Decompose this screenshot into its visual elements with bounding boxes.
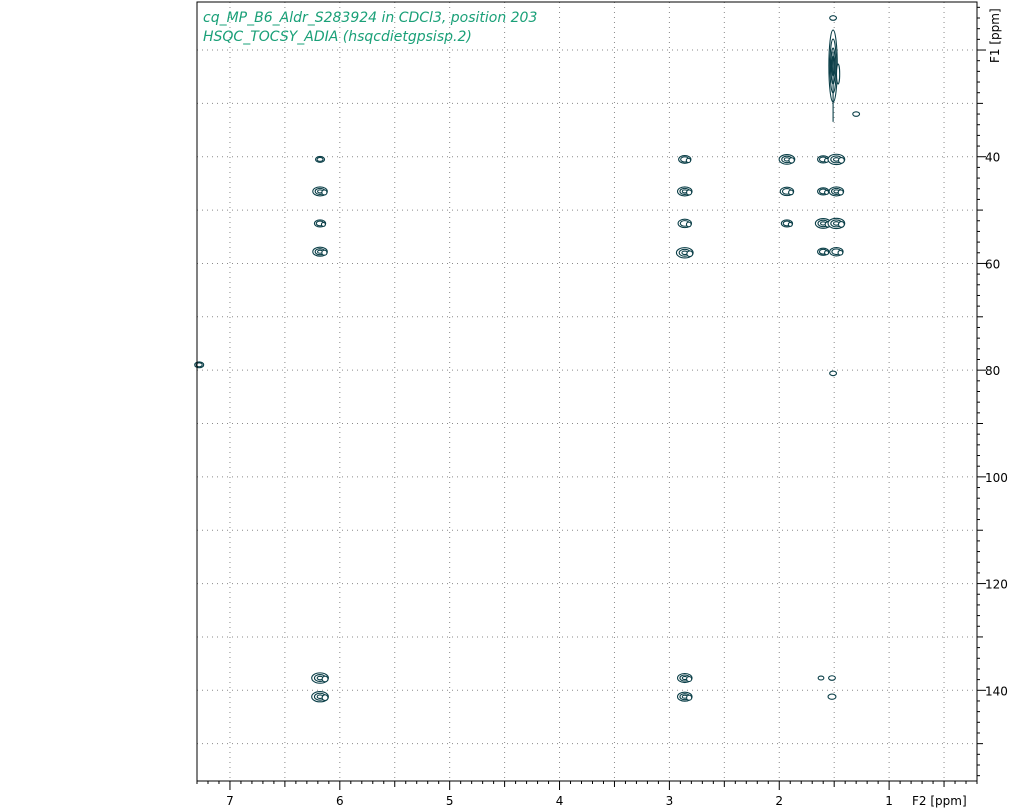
contour-ring xyxy=(321,675,329,683)
contour-peak[interactable] xyxy=(778,154,796,165)
x-tick-label: 7 xyxy=(226,794,234,808)
contour-peak[interactable] xyxy=(827,693,837,700)
contour-peak[interactable] xyxy=(828,675,836,681)
contour-peak[interactable] xyxy=(817,675,825,681)
contour-peak[interactable] xyxy=(677,218,693,229)
contour-ring xyxy=(837,221,845,228)
x-tick-label: 2 xyxy=(775,794,783,808)
contour-ring xyxy=(788,189,794,196)
y-tick-label: 120 xyxy=(985,578,1008,592)
contour-peak[interactable] xyxy=(829,246,844,257)
y-tick-label: 80 xyxy=(985,364,1000,378)
y-tick-label: 140 xyxy=(985,684,1008,698)
contour-ring xyxy=(685,221,692,228)
contour-peak[interactable] xyxy=(827,153,846,166)
contour-peak[interactable] xyxy=(676,672,693,684)
contour-ring xyxy=(685,157,692,164)
contour-ring xyxy=(321,694,329,702)
contour-ring xyxy=(316,156,324,162)
x-tick-label: 5 xyxy=(446,794,454,808)
contour-ring xyxy=(686,675,693,683)
contour-ring xyxy=(320,221,326,227)
contour-ring xyxy=(321,189,328,196)
y-tick-label: 60 xyxy=(985,257,1000,271)
contour-ring xyxy=(787,221,793,227)
contour-ring xyxy=(828,675,836,681)
contour-ring xyxy=(827,693,837,700)
contour-ring xyxy=(824,250,830,256)
contour-peak[interactable] xyxy=(312,186,328,197)
contour-peak[interactable] xyxy=(817,247,830,256)
y-axis-label: F1 [ppm] xyxy=(988,8,1002,63)
contour-peak[interactable] xyxy=(312,246,328,257)
spectrum-title: cq_MP_B6_Aldr_S283924 in CDCl3, position… xyxy=(203,10,537,26)
plot-background xyxy=(0,0,1027,811)
contour-ring xyxy=(837,189,844,196)
x-tick-label: 4 xyxy=(556,794,564,808)
contour-peak[interactable] xyxy=(313,219,327,228)
x-axis-label: F2 [ppm] xyxy=(912,794,967,808)
y-tick-label: 40 xyxy=(985,151,1000,165)
contour-peak[interactable] xyxy=(780,219,794,228)
x-tick-label: 3 xyxy=(666,794,674,808)
contour-ring xyxy=(852,111,861,117)
contour-peak[interactable] xyxy=(779,186,795,197)
contour-ring xyxy=(686,694,693,701)
x-tick-label: 1 xyxy=(885,794,893,808)
contour-ring xyxy=(829,370,838,377)
contour-ring xyxy=(837,157,845,164)
contour-peak[interactable] xyxy=(827,217,846,230)
contour-peak[interactable] xyxy=(676,691,693,702)
contour-ring xyxy=(829,15,838,21)
contour-peak[interactable] xyxy=(311,672,329,684)
contour-peak[interactable] xyxy=(817,187,830,196)
contour-peak[interactable] xyxy=(311,690,329,703)
contour-ring xyxy=(835,63,841,85)
y-tick-label: 100 xyxy=(985,471,1008,485)
contour-ring xyxy=(837,249,844,256)
contour-peak[interactable] xyxy=(314,155,326,163)
contour-ring xyxy=(686,250,694,258)
contour-ring xyxy=(321,249,328,256)
x-tick-label: 6 xyxy=(336,794,344,808)
contour-peak[interactable] xyxy=(817,155,830,164)
contour-ring xyxy=(817,675,825,681)
contour-peak[interactable] xyxy=(828,186,845,197)
contour-ring xyxy=(686,189,693,196)
contour-peak[interactable] xyxy=(678,154,692,164)
contour-peak[interactable] xyxy=(829,370,838,377)
contour-peak[interactable] xyxy=(675,247,694,259)
contour-ring xyxy=(824,189,830,195)
contour-peak[interactable] xyxy=(676,186,693,197)
contour-peak[interactable] xyxy=(852,111,861,117)
spectrum-plot[interactable]: 7 6 5 4 3 2 1 40 60 80 100 120 140 cq_MP_B6_Aldr_S2… xyxy=(0,0,1027,811)
spectrum-subtitle: HSQC_TOCSY_ADIA (hsqcdietgpsisp.2) xyxy=(203,29,472,45)
contour-peak[interactable] xyxy=(194,361,205,369)
contour-ring xyxy=(788,157,795,164)
contour-peak[interactable] xyxy=(829,15,838,21)
